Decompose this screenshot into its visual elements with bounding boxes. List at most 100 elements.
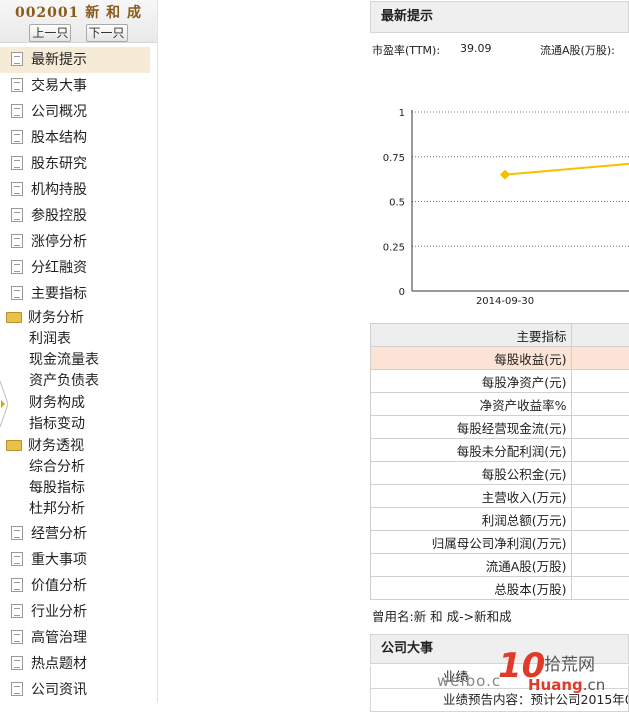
- sidebar-item-label: 股东研究: [31, 151, 87, 177]
- sidebar-item-label: 行业分析: [31, 599, 87, 625]
- sidebar-item-bottom-5[interactable]: 热点题材: [0, 651, 157, 677]
- sidebar-item-bottom-2[interactable]: 价值分析: [0, 573, 157, 599]
- document-icon: [11, 630, 23, 644]
- collapse-handle[interactable]: [0, 381, 8, 427]
- table-row: 每股收益(元): [371, 347, 629, 370]
- document-icon: [11, 526, 23, 540]
- table-row: 流通A股(万股): [371, 554, 629, 577]
- indicator-value: [571, 439, 629, 462]
- sidebar-item-top-6[interactable]: 参股控股: [0, 203, 157, 229]
- document-icon: [11, 682, 23, 696]
- sidebar-item-label: 参股控股: [31, 203, 87, 229]
- latest-tips-heading: 最新提示: [370, 1, 629, 33]
- sidebar-item-bottom-3[interactable]: 行业分析: [0, 599, 157, 625]
- document-icon: [11, 78, 23, 92]
- sidebar-item-label: 公司资讯: [31, 677, 87, 703]
- sidebar-subitem-finance-0[interactable]: 利润表: [0, 329, 157, 350]
- indicator-value: [571, 554, 629, 577]
- indicator-value: [571, 531, 629, 554]
- series-line: [505, 164, 629, 175]
- folder-financial-analysis[interactable]: 财务分析: [0, 307, 157, 329]
- sidebar-item-label: 重大事项: [31, 547, 87, 573]
- indicator-label: 每股经营现金流(元): [371, 416, 572, 439]
- sidebar-subitem-finance-3[interactable]: 财务构成: [0, 393, 157, 414]
- main-indicators-table: 主要指标每股收益(元)每股净资产(元)净资产收益率%每股经营现金流(元)每股未分…: [370, 323, 629, 600]
- main-content: 最新提示: [370, 0, 629, 33]
- table-header-cell: 主要指标: [371, 324, 572, 347]
- sidebar-item-top-8[interactable]: 分红融资: [0, 255, 157, 281]
- x-tick-label: 2014-09-30: [476, 296, 534, 307]
- folder-open-icon: [6, 312, 22, 323]
- table-row: 每股公积金(元): [371, 462, 629, 485]
- sidebar-item-label: 机构持股: [31, 177, 87, 203]
- indicator-label: 每股未分配利润(元): [371, 439, 572, 462]
- sidebar-subitem-finance-4[interactable]: 指标变动: [0, 414, 157, 435]
- sidebar-item-top-5[interactable]: 机构持股: [0, 177, 157, 203]
- sidebar-item-label: 交易大事: [31, 73, 87, 99]
- document-icon: [11, 156, 23, 170]
- sidebar-subitem-finance-2[interactable]: 资产负债表: [0, 371, 157, 392]
- indicator-label: 每股净资产(元): [371, 370, 572, 393]
- indicator-label: 每股公积金(元): [371, 462, 572, 485]
- sidebar-item-bottom-0[interactable]: 经营分析: [0, 521, 157, 547]
- sidebar-item-bottom-4[interactable]: 高管治理: [0, 625, 157, 651]
- sidebar-item-label: 分红融资: [31, 255, 87, 281]
- table-row: 利润总额(万元): [371, 508, 629, 531]
- document-icon: [11, 52, 23, 66]
- pe-value: 39.09: [460, 42, 492, 55]
- sidebar-item-bottom-1[interactable]: 重大事项: [0, 547, 157, 573]
- y-tick-label: 0.5: [389, 198, 405, 209]
- table-row: 每股净资产(元): [371, 370, 629, 393]
- sidebar-subitem-perspective-0[interactable]: 综合分析: [0, 457, 157, 478]
- watermark-weibo: weibo.c: [437, 672, 501, 690]
- sidebar-menu: 最新提示交易大事公司概况股本结构股东研究机构持股参股控股涨停分析分红融资主要指标…: [0, 47, 157, 703]
- sidebar-item-top-3[interactable]: 股本结构: [0, 125, 157, 151]
- indicator-value: [571, 370, 629, 393]
- prev-stock-button[interactable]: 上一只: [29, 24, 71, 42]
- indicator-label: 每股收益(元): [371, 347, 572, 370]
- sidebar-item-label: 公司概况: [31, 99, 87, 125]
- sidebar-item-top-4[interactable]: 股东研究: [0, 151, 157, 177]
- next-stock-button[interactable]: 下一只: [86, 24, 128, 42]
- sidebar-item-top-0[interactable]: 最新提示: [0, 47, 150, 73]
- sidebar-item-label: 最新提示: [31, 47, 87, 73]
- document-icon: [11, 286, 23, 300]
- folder-open-icon: [6, 440, 22, 451]
- sidebar-item-label: 热点题材: [31, 651, 87, 677]
- table-header-row: 主要指标: [371, 324, 629, 347]
- document-icon: [11, 552, 23, 566]
- stock-title: 002001 新 和 成: [0, 0, 157, 22]
- folder-financial-perspective[interactable]: 财务透视: [0, 435, 157, 457]
- indicator-value: [571, 462, 629, 485]
- float-shares-label: 流通A股(万股):: [540, 42, 615, 58]
- sidebar-subitem-perspective-1[interactable]: 每股指标: [0, 478, 157, 499]
- table-row: 每股未分配利润(元): [371, 439, 629, 462]
- indicator-label: 净资产收益率%: [371, 393, 572, 416]
- sidebar-subitem-perspective-2[interactable]: 杜邦分析: [0, 499, 157, 520]
- indicator-label: 主营收入(万元): [371, 485, 572, 508]
- document-icon: [11, 604, 23, 618]
- sidebar-item-top-7[interactable]: 涨停分析: [0, 229, 157, 255]
- sidebar-item-top-2[interactable]: 公司概况: [0, 99, 157, 125]
- sidebar-subitem-finance-1[interactable]: 现金流量表: [0, 350, 157, 371]
- sidebar-item-label: 价值分析: [31, 573, 87, 599]
- document-icon: [11, 234, 23, 248]
- indicator-value: [571, 508, 629, 531]
- sidebar: 002001 新 和 成 上一只 下一只 最新提示交易大事公司概况股本结构股东研…: [0, 0, 158, 702]
- indicator-value: [571, 347, 629, 370]
- sidebar-item-bottom-6[interactable]: 公司资讯: [0, 677, 157, 703]
- table-row: 每股经营现金流(元): [371, 416, 629, 439]
- sidebar-item-label: 经营分析: [31, 521, 87, 547]
- indicator-label: 归属母公司净利润(万元): [371, 531, 572, 554]
- indicator-label: 流通A股(万股): [371, 554, 572, 577]
- sidebar-item-top-1[interactable]: 交易大事: [0, 73, 157, 99]
- y-tick-label: 0.25: [383, 242, 405, 253]
- document-icon: [11, 260, 23, 274]
- sidebar-item-top-9[interactable]: 主要指标: [0, 281, 157, 307]
- table-row: 主营收入(万元): [371, 485, 629, 508]
- watermark-site-name: 拾荒网: [544, 650, 595, 675]
- y-tick-label: 0: [399, 287, 405, 298]
- indicator-value: [571, 577, 629, 600]
- pe-label: 市盈率(TTM):: [372, 42, 440, 58]
- watermark-url: Huang.cn: [528, 676, 605, 694]
